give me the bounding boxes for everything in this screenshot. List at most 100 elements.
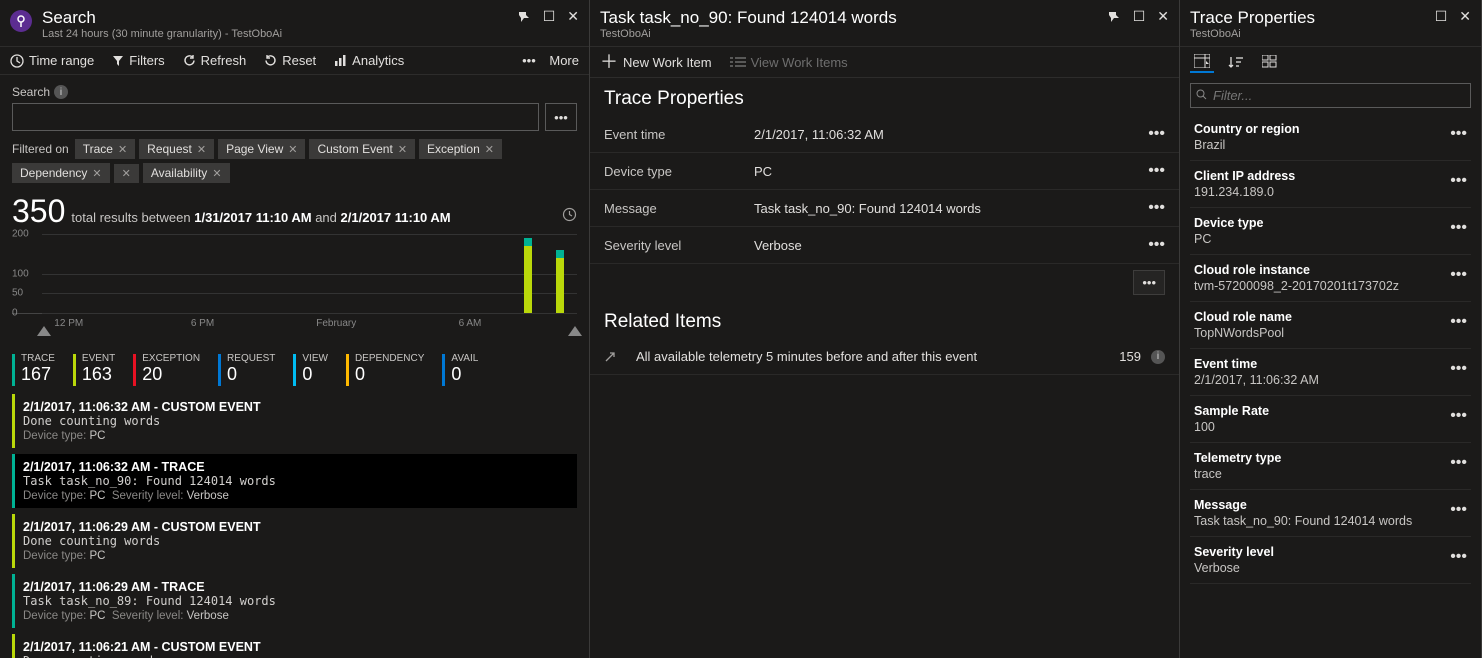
property-menu-button[interactable]: ••• xyxy=(1450,549,1467,565)
property-value: 2/1/2017, 11:06:32 AM xyxy=(1194,373,1467,387)
analytics-button[interactable]: Analytics xyxy=(334,53,404,68)
tab-sort-view[interactable] xyxy=(1224,51,1248,73)
property-group: Client IP address 191.234.189.0 ••• xyxy=(1190,161,1471,208)
property-key: Severity level xyxy=(604,238,754,253)
chip-trace[interactable]: Trace✕ xyxy=(75,139,135,159)
event-message: Done counting words xyxy=(23,534,569,548)
search-pane: Search Last 24 hours (30 minute granular… xyxy=(0,0,590,658)
stat-request[interactable]: REQUEST0 xyxy=(218,354,275,386)
property-menu-button[interactable]: ••• xyxy=(1450,267,1467,283)
chip-remove-icon[interactable]: ✕ xyxy=(118,143,127,156)
related-items-heading: Related Items xyxy=(590,301,1179,339)
property-menu-button[interactable]: ••• xyxy=(1450,361,1467,377)
property-menu-button[interactable]: ••• xyxy=(1148,163,1165,179)
chip-request[interactable]: Request✕ xyxy=(139,139,214,159)
chip-remove-icon[interactable]: ✕ xyxy=(197,143,206,156)
property-menu-button[interactable]: ••• xyxy=(1450,502,1467,518)
stat-exception[interactable]: EXCEPTION20 xyxy=(133,354,200,386)
chip-custom event[interactable]: Custom Event✕ xyxy=(309,139,415,159)
filter-input[interactable] xyxy=(1190,83,1471,108)
chart-bar[interactable] xyxy=(556,258,564,313)
property-menu-button[interactable]: ••• xyxy=(1450,173,1467,189)
tab-list-view[interactable] xyxy=(1190,51,1214,73)
filters-button[interactable]: Filters xyxy=(112,53,164,68)
chip-extra[interactable]: ✕ xyxy=(114,164,139,183)
info-icon[interactable]: i xyxy=(54,85,68,99)
info-icon[interactable]: i xyxy=(1151,350,1165,364)
property-value: Brazil xyxy=(1194,138,1467,152)
property-value: Task task_no_90: Found 124014 words xyxy=(754,201,1148,216)
maximize-icon[interactable]: ☐ xyxy=(1133,8,1146,25)
pin-icon[interactable] xyxy=(517,10,531,24)
chip-remove-icon[interactable]: ✕ xyxy=(92,167,101,180)
property-menu-button[interactable]: ••• xyxy=(1450,455,1467,471)
filtered-on-label: Filtered on xyxy=(12,142,69,156)
x-tick: February xyxy=(316,318,356,329)
property-menu-button[interactable]: ••• xyxy=(1148,126,1165,142)
stat-dependency[interactable]: DEPENDENCY0 xyxy=(346,354,424,386)
chip-remove-icon[interactable]: ✕ xyxy=(288,143,297,156)
stat-trace[interactable]: TRACE167 xyxy=(12,354,55,386)
y-tick: 200 xyxy=(12,229,29,240)
maximize-icon[interactable]: ☐ xyxy=(543,8,556,25)
close-icon[interactable]: ✕ xyxy=(1157,8,1169,25)
chip-remove-icon[interactable]: ✕ xyxy=(398,143,407,156)
property-value: Task task_no_90: Found 124014 words xyxy=(1194,514,1467,528)
event-row[interactable]: 2/1/2017, 11:06:29 AM - TRACE Task task_… xyxy=(12,574,577,628)
related-item-row[interactable]: All available telemetry 5 minutes before… xyxy=(590,339,1179,375)
pin-icon[interactable] xyxy=(1107,10,1121,24)
stat-avail[interactable]: AVAIL0 xyxy=(442,354,478,386)
tab-grid-view[interactable] xyxy=(1258,51,1282,73)
property-group: Telemetry type trace ••• xyxy=(1190,443,1471,490)
property-value: 2/1/2017, 11:06:32 AM xyxy=(754,127,1148,142)
show-more-button[interactable]: ••• xyxy=(1133,270,1165,295)
maximize-icon[interactable]: ☐ xyxy=(1435,8,1448,25)
history-icon[interactable] xyxy=(562,207,577,222)
event-row[interactable]: 2/1/2017, 11:06:29 AM - CUSTOM EVENT Don… xyxy=(12,514,577,568)
chart-bar[interactable] xyxy=(556,250,564,258)
property-menu-button[interactable]: ••• xyxy=(1450,408,1467,424)
chip-page view[interactable]: Page View✕ xyxy=(218,139,305,159)
analytics-label: Analytics xyxy=(352,53,404,68)
event-meta: Device type: PC Severity level: Verbose xyxy=(23,490,569,502)
property-group: Cloud role name TopNWordsPool ••• xyxy=(1190,302,1471,349)
close-icon[interactable]: ✕ xyxy=(567,8,579,25)
time-range-button[interactable]: Time range xyxy=(10,53,94,68)
search-menu-button[interactable]: ••• xyxy=(545,103,577,131)
more-button[interactable]: ••• More xyxy=(522,53,579,68)
property-menu-button[interactable]: ••• xyxy=(1450,126,1467,142)
chip-exception[interactable]: Exception✕ xyxy=(419,139,502,159)
close-icon[interactable]: ✕ xyxy=(1459,8,1471,25)
stat-view[interactable]: VIEW0 xyxy=(293,354,328,386)
chip-remove-icon[interactable]: ✕ xyxy=(485,143,494,156)
search-scroll[interactable]: Search i ••• Filtered onTrace✕Request✕Pa… xyxy=(0,75,589,658)
property-menu-button[interactable]: ••• xyxy=(1450,314,1467,330)
property-value: 100 xyxy=(1194,420,1467,434)
event-title: 2/1/2017, 11:06:29 AM - TRACE xyxy=(23,580,569,594)
property-menu-button[interactable]: ••• xyxy=(1148,200,1165,216)
event-message: Task task_no_90: Found 124014 words xyxy=(23,474,569,488)
event-row[interactable]: 2/1/2017, 11:06:32 AM - CUSTOM EVENT Don… xyxy=(12,394,577,448)
property-menu-button[interactable]: ••• xyxy=(1148,237,1165,253)
results-chart[interactable]: 050100200 xyxy=(12,234,577,314)
event-message: Done counting words xyxy=(23,654,569,658)
chip-remove-icon[interactable]: ✕ xyxy=(212,167,221,180)
chart-bar[interactable] xyxy=(524,238,532,246)
search-input[interactable] xyxy=(12,103,539,131)
view-work-items-button[interactable]: View Work Items xyxy=(730,55,848,70)
chart-bar[interactable] xyxy=(524,246,532,313)
reset-button[interactable]: Reset xyxy=(264,53,316,68)
event-row[interactable]: 2/1/2017, 11:06:32 AM - TRACE Task task_… xyxy=(12,454,577,508)
detail-header: Task task_no_90: Found 124014 words Test… xyxy=(590,0,1179,47)
property-menu-button[interactable]: ••• xyxy=(1450,220,1467,236)
refresh-button[interactable]: Refresh xyxy=(183,53,247,68)
chip-availability[interactable]: Availability✕ xyxy=(143,163,230,183)
event-row[interactable]: 2/1/2017, 11:06:21 AM - CUSTOM EVENT Don… xyxy=(12,634,577,658)
new-work-item-button[interactable]: ＋New Work Item xyxy=(600,53,712,71)
range-handle-left[interactable] xyxy=(37,326,51,336)
property-key: Cloud role name xyxy=(1194,310,1467,324)
chip-dependency[interactable]: Dependency✕ xyxy=(12,163,110,183)
event-meta: Device type: PC xyxy=(23,550,569,562)
stat-event[interactable]: EVENT163 xyxy=(73,354,115,386)
range-handle-right[interactable] xyxy=(568,326,582,336)
